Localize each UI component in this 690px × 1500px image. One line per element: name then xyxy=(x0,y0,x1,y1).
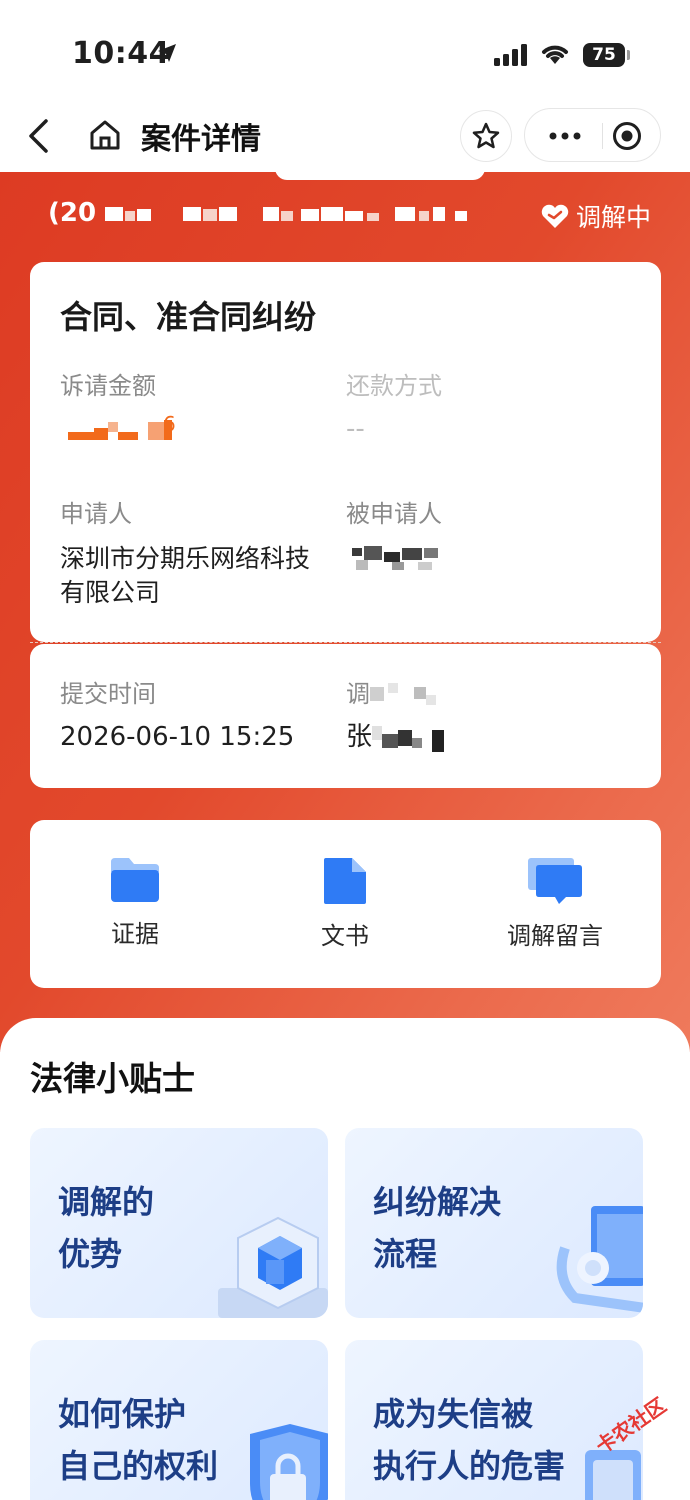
home-icon[interactable] xyxy=(88,118,122,152)
legal-tips-section: 法律小贴士 调解的 优势 纠纷解决 流程 如何保护 自己的权利 成为失信被 执行… xyxy=(0,1018,690,1500)
claim-amount-value: 6 xyxy=(60,412,176,446)
monitor-illustration-icon xyxy=(556,1206,643,1313)
star-icon xyxy=(472,122,500,149)
quick-actions-card: 证据 文书 调解留言 xyxy=(30,820,661,988)
tip-card-protect-rights[interactable]: 如何保护 自己的权利 xyxy=(30,1340,328,1500)
tip-card-text: 如何保护 自己的权利 xyxy=(58,1388,218,1492)
battery-tip xyxy=(627,50,630,60)
card-divider xyxy=(30,642,661,643)
mediation-message-button[interactable]: 调解留言 xyxy=(475,856,635,951)
favorite-button[interactable] xyxy=(460,110,512,162)
mediator-label-redacted xyxy=(370,682,436,705)
cube-illustration-icon xyxy=(218,1216,328,1318)
documents-button[interactable]: 文书 xyxy=(265,856,425,951)
mediator-value-text: 张 xyxy=(346,722,373,752)
case-number-prefix: (20 xyxy=(48,198,97,228)
tip-card-mediation-advantages[interactable]: 调解的 优势 xyxy=(30,1128,328,1318)
case-type: 合同、准合同纠纷 xyxy=(60,298,317,336)
repayment-label: 还款方式 xyxy=(346,372,442,400)
respondent-label: 被申请人 xyxy=(346,500,442,528)
page-title: 案件详情 xyxy=(141,122,261,157)
evidence-label: 证据 xyxy=(111,920,159,948)
battery-icon: 75 xyxy=(583,43,625,67)
case-info-card: 合同、准合同纠纷 诉请金额 6 还款方式 -- 申请人 深圳市分期乐网络科技有限… xyxy=(30,262,661,642)
case-time-card: 提交时间 2026-06-10 15:25 调 张 xyxy=(30,644,661,788)
tip-card-text: 成为失信被 执行人的危害 xyxy=(373,1388,565,1492)
mediator-label: 调 xyxy=(346,674,440,709)
applicant-label: 申请人 xyxy=(60,500,132,528)
case-status-label: 调解中 xyxy=(576,203,652,232)
submit-time-value: 2026-06-10 15:25 xyxy=(60,722,295,752)
more-icon[interactable] xyxy=(545,121,585,151)
message-icon xyxy=(528,858,582,904)
signal-icon xyxy=(494,44,527,66)
tip-line-1: 纠纷解决 xyxy=(373,1183,502,1221)
documents-label: 文书 xyxy=(321,922,369,950)
case-number-redacted xyxy=(105,206,468,221)
evidence-button[interactable]: 证据 xyxy=(55,856,215,949)
tip-card-dishonest-debtor-harm[interactable]: 成为失信被 执行人的危害 xyxy=(345,1340,643,1500)
mediator-value-redacted xyxy=(372,726,445,752)
capsule-divider xyxy=(602,123,603,149)
status-bar: 10:44 75 xyxy=(0,0,690,100)
wifi-icon xyxy=(542,45,568,64)
repayment-value: -- xyxy=(346,414,365,444)
folder-icon xyxy=(111,858,159,902)
tip-line-2: 优势 xyxy=(58,1235,123,1273)
legal-tips-title: 法律小贴士 xyxy=(30,1059,195,1098)
location-arrow-icon xyxy=(158,44,176,62)
applicant-value: 深圳市分期乐网络科技有限公司 xyxy=(60,544,311,607)
mediator-label-text: 调 xyxy=(346,680,370,708)
nav-bar: 案件详情 xyxy=(0,100,690,174)
tip-line-2: 流程 xyxy=(373,1235,438,1273)
mediator-value: 张 xyxy=(346,720,462,754)
case-number: (20 xyxy=(48,198,485,229)
tip-line-1: 成为失信被 xyxy=(373,1395,534,1433)
tip-card-dispute-process[interactable]: 纠纷解决 流程 xyxy=(345,1128,643,1318)
tip-line-1: 如何保护 xyxy=(58,1395,187,1433)
mini-program-capsule xyxy=(524,108,661,162)
submit-time-label: 提交时间 xyxy=(60,680,156,708)
case-status: 调解中 xyxy=(540,198,651,234)
back-icon[interactable] xyxy=(26,118,52,154)
tip-card-text: 调解的 优势 xyxy=(58,1176,154,1280)
tip-line-2: 执行人的危害 xyxy=(373,1447,566,1485)
respondent-redacted xyxy=(352,546,438,570)
heart-handshake-icon xyxy=(541,204,569,228)
shield-illustration-icon xyxy=(250,1424,328,1500)
header-notch xyxy=(275,168,485,180)
tip-line-1: 调解的 xyxy=(58,1183,155,1221)
mediation-message-label: 调解留言 xyxy=(507,922,603,950)
claim-amount-digit: 6 xyxy=(163,412,176,436)
tip-card-text: 纠纷解决 流程 xyxy=(373,1176,501,1280)
document-icon xyxy=(324,858,366,904)
target-icon[interactable] xyxy=(611,120,643,152)
claim-amount-redacted xyxy=(68,420,172,440)
claim-amount-label: 诉请金额 xyxy=(60,372,156,400)
tip-line-2: 自己的权利 xyxy=(58,1447,219,1485)
